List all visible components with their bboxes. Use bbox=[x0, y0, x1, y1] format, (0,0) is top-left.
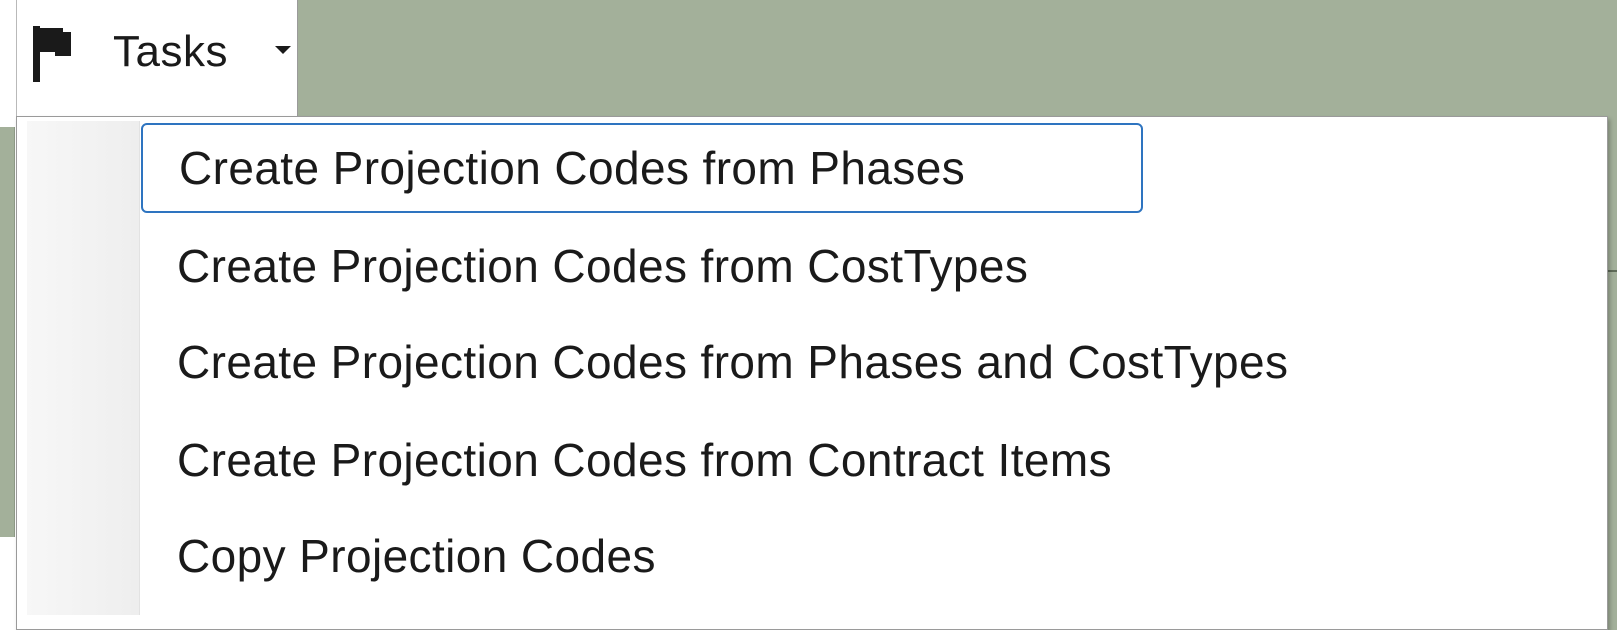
app-window: Tasks Create Projection Codes from Phase… bbox=[0, 0, 1617, 630]
caret-down-icon bbox=[275, 46, 291, 54]
tasks-dropdown-menu: Create Projection Codes from Phases Crea… bbox=[16, 116, 1608, 630]
menu-item-create-from-phases[interactable]: Create Projection Codes from Phases bbox=[141, 123, 1143, 213]
menu-item-label: Create Projection Codes from Phases bbox=[179, 142, 966, 194]
menu-item-create-from-costtypes[interactable]: Create Projection Codes from CostTypes bbox=[141, 221, 1601, 311]
menu-item-copy-projection-codes[interactable]: Copy Projection Codes bbox=[141, 511, 1601, 601]
menu-item-label: Create Projection Codes from Phases and … bbox=[177, 336, 1289, 388]
menu-item-create-from-contract-items[interactable]: Create Projection Codes from Contract It… bbox=[141, 415, 1601, 505]
flag-icon bbox=[33, 26, 71, 82]
menu-icon-gutter bbox=[27, 121, 140, 615]
menu-item-label: Create Projection Codes from Contract It… bbox=[177, 434, 1112, 486]
menu-item-create-from-phases-and-costtypes[interactable]: Create Projection Codes from Phases and … bbox=[141, 317, 1601, 407]
tasks-dropdown-button[interactable]: Tasks bbox=[16, 0, 298, 118]
left-edge-panel-segment bbox=[0, 127, 15, 537]
menu-item-label: Create Projection Codes from CostTypes bbox=[177, 240, 1029, 292]
tasks-label: Tasks bbox=[113, 27, 228, 76]
menu-item-label: Copy Projection Codes bbox=[177, 530, 656, 582]
